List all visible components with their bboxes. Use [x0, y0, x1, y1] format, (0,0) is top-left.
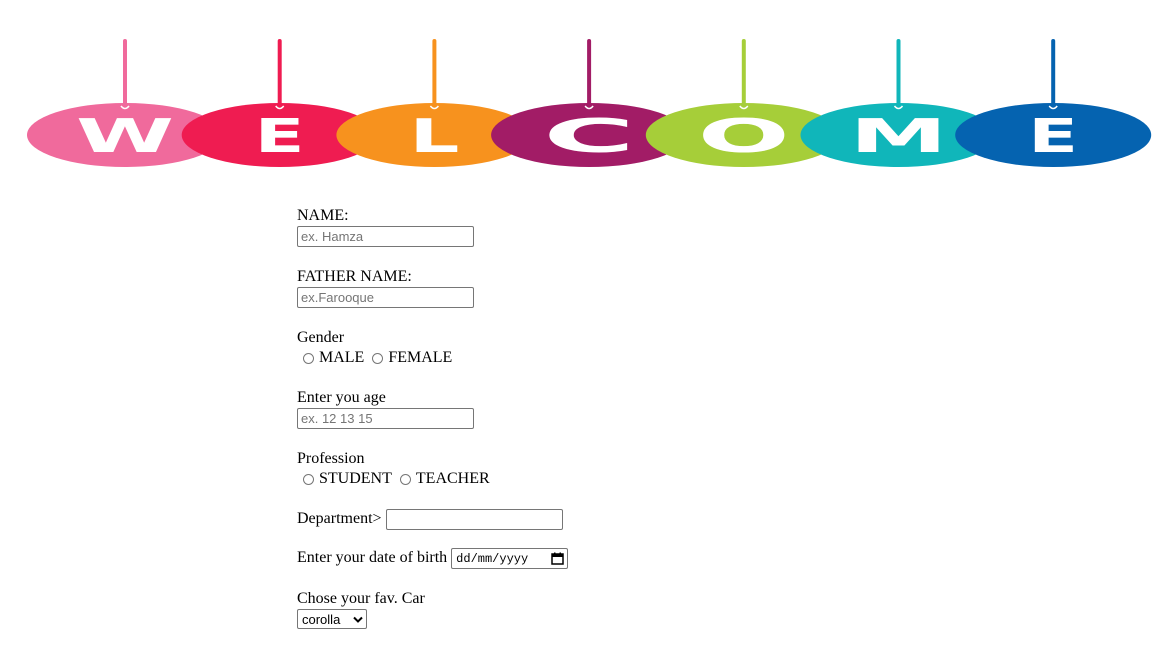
- dob-label: Enter your date of birth: [297, 549, 448, 567]
- calendar-icon[interactable]: [551, 552, 564, 565]
- profession-label: Profession: [297, 450, 365, 467]
- profession-teacher-radio[interactable]: [399, 473, 411, 485]
- name-field-group: NAME:: [297, 206, 897, 247]
- chevron-down-icon: [353, 616, 363, 623]
- age-label: Enter you age: [297, 389, 386, 406]
- welcome-tag-e-7: E: [955, 39, 1152, 167]
- department-label: Department>: [297, 510, 382, 527]
- department-field-group: Department>: [297, 509, 897, 530]
- tag-letter: E: [1028, 109, 1078, 163]
- tag-letter: L: [409, 109, 459, 163]
- father-name-input[interactable]: [297, 287, 474, 308]
- car-select[interactable]: corolla: [297, 609, 367, 629]
- age-field-group: Enter you age: [297, 388, 897, 429]
- gender-female-radio[interactable]: [372, 352, 384, 364]
- profession-options: STUDENT TEACHER: [297, 469, 897, 489]
- tag-letter: O: [698, 109, 790, 163]
- dob-date-placeholder: dd/mm/yyyy: [456, 551, 529, 566]
- father-name-field-group: FATHER NAME:: [297, 267, 897, 308]
- gender-label: Gender: [297, 329, 345, 346]
- registration-form: NAME: FATHER NAME: Gender MALE FEMALE En…: [297, 206, 897, 649]
- name-label: NAME:: [297, 207, 349, 224]
- car-field-group: Chose your fav. Car corolla: [297, 589, 897, 629]
- gender-female-label: FEMALE: [388, 349, 453, 366]
- profession-student-label: STUDENT: [319, 470, 392, 487]
- tag-letter: M: [850, 109, 948, 163]
- welcome-banner-graphic: WELCOME: [27, 39, 1152, 167]
- name-input[interactable]: [297, 226, 474, 247]
- welcome-banner: WELCOME: [0, 0, 1169, 180]
- dob-field-group: Enter your date of birth dd/mm/yyyy: [297, 548, 897, 569]
- father-name-label: FATHER NAME:: [297, 268, 412, 285]
- department-input[interactable]: [385, 509, 563, 530]
- gender-field-group: Gender MALE FEMALE: [297, 328, 897, 368]
- tag-letter: E: [255, 109, 305, 163]
- tag-letter: C: [543, 109, 635, 163]
- gender-male-label: MALE: [319, 349, 365, 366]
- car-label: Chose your fav. Car: [297, 590, 425, 607]
- profession-field-group: Profession STUDENT TEACHER: [297, 449, 897, 489]
- tag-letter: W: [76, 109, 174, 163]
- age-input[interactable]: [297, 408, 474, 429]
- profession-teacher-label: TEACHER: [415, 470, 490, 487]
- dob-date-input[interactable]: dd/mm/yyyy: [451, 548, 569, 569]
- profession-student-radio[interactable]: [303, 473, 314, 485]
- car-select-value: corolla: [302, 611, 341, 627]
- gender-options: MALE FEMALE: [297, 348, 897, 368]
- gender-male-radio[interactable]: [303, 352, 314, 364]
